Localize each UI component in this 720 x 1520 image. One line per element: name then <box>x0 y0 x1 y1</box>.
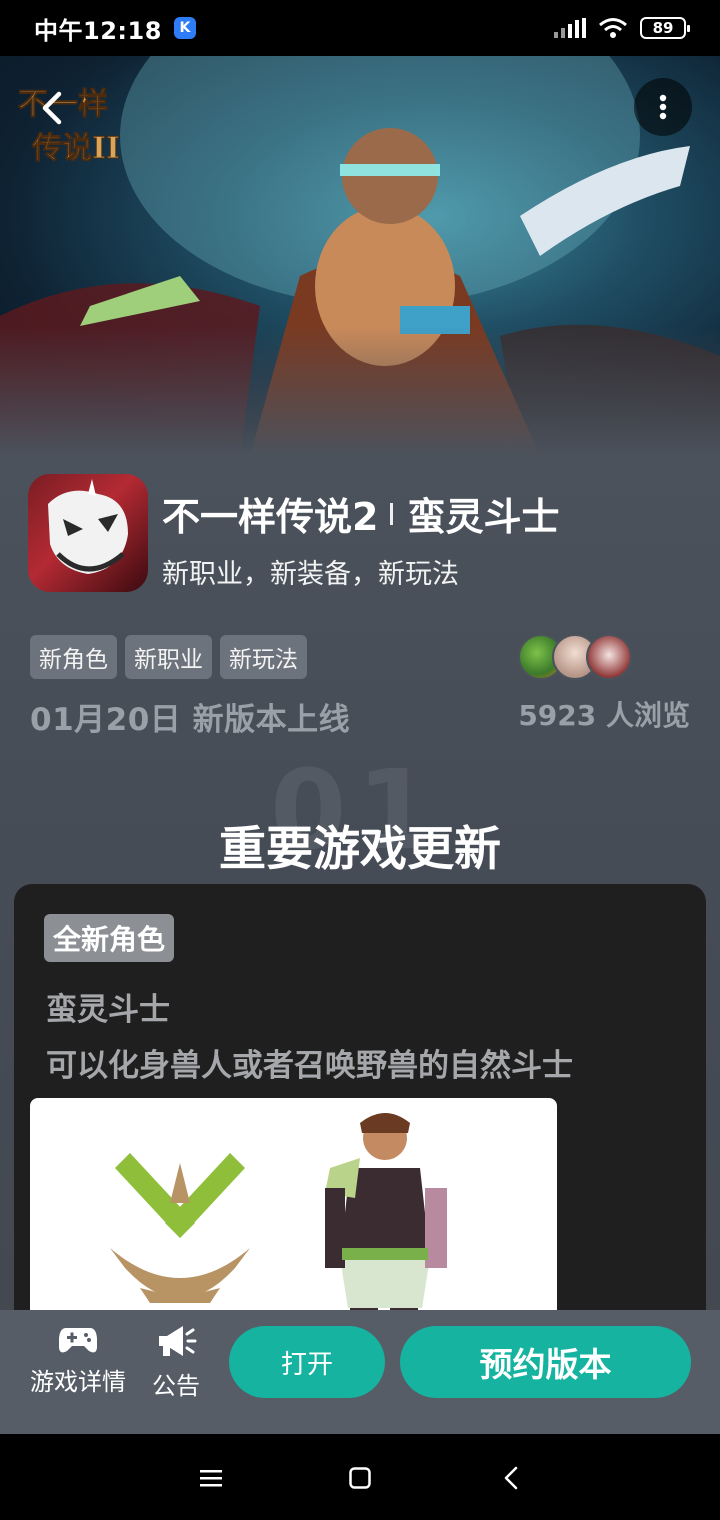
system-nav-bar <box>0 1434 720 1520</box>
back-nav-button[interactable] <box>489 1456 533 1500</box>
megaphone-icon <box>159 1326 197 1356</box>
square-home-icon <box>349 1467 371 1489</box>
more-options-button[interactable] <box>634 78 692 136</box>
banner-fade <box>0 326 720 456</box>
status-bar: 中午12:18 K 89 <box>0 0 720 56</box>
card-heading: 蛮灵斗士 <box>46 992 170 1028</box>
home-button[interactable] <box>338 1456 382 1500</box>
hero-banner: 不一样 传说II <box>0 56 720 456</box>
back-button[interactable] <box>22 78 82 138</box>
menu-icon <box>200 1470 222 1487</box>
tag-item: 新玩法 <box>220 635 307 679</box>
tag-item: 新职业 <box>125 635 212 679</box>
avatar <box>586 634 632 680</box>
triangle-back-icon <box>504 1466 518 1490</box>
view-count: 5923 人浏览 <box>518 699 690 732</box>
class-emblem-icon <box>110 1153 250 1303</box>
open-button[interactable]: 打开 <box>229 1326 385 1398</box>
game-info: 不一样传说2 蛮灵斗士 新职业，新装备，新玩法 新角色 新职业 新玩法 01月2… <box>0 456 720 1456</box>
announcement-label: 公告 <box>152 1372 200 1400</box>
game-title-main: 不一样传说2 <box>162 495 379 539</box>
tag-list: 新角色 新职业 新玩法 <box>30 635 307 679</box>
game-title: 不一样传说2 蛮灵斗士 <box>162 486 559 541</box>
status-time: 中午12:18 <box>34 16 162 45</box>
release-date: 01月20日 新版本上线 <box>30 702 351 738</box>
chevron-left-icon <box>42 91 62 125</box>
battery-icon: 89 <box>640 17 690 39</box>
status-icons: 89 <box>554 17 690 39</box>
wifi-icon <box>599 18 627 38</box>
vertical-dots-icon <box>659 94 667 120</box>
card-description: 可以化身兽人或者召唤野兽的自然斗士 <box>46 1048 573 1084</box>
menu-button[interactable] <box>189 1456 233 1500</box>
game-title-sub: 蛮灵斗士 <box>407 495 560 539</box>
card-badge: 全新角色 <box>44 914 175 962</box>
announcement-button[interactable]: 公告 <box>152 1324 200 1401</box>
title-divider <box>390 502 394 525</box>
game-details-button[interactable]: 游戏详情 <box>30 1324 126 1397</box>
game-details-label: 游戏详情 <box>30 1368 126 1396</box>
app-notification-icon: K <box>173 17 196 39</box>
game-subtitle: 新职业，新装备，新玩法 <box>162 559 459 590</box>
gamepad-icon <box>59 1328 97 1353</box>
tag-item: 新角色 <box>30 635 117 679</box>
viewer-avatars <box>518 634 632 680</box>
section-title: 重要游戏更新 <box>219 822 501 877</box>
bottom-action-bar: 游戏详情 公告 打开 预约版本 <box>0 1310 720 1434</box>
game-app-icon <box>28 474 148 592</box>
signal-icon <box>554 18 586 38</box>
reserve-version-button[interactable]: 预约版本 <box>400 1326 691 1398</box>
battery-level: 89 <box>652 19 674 37</box>
